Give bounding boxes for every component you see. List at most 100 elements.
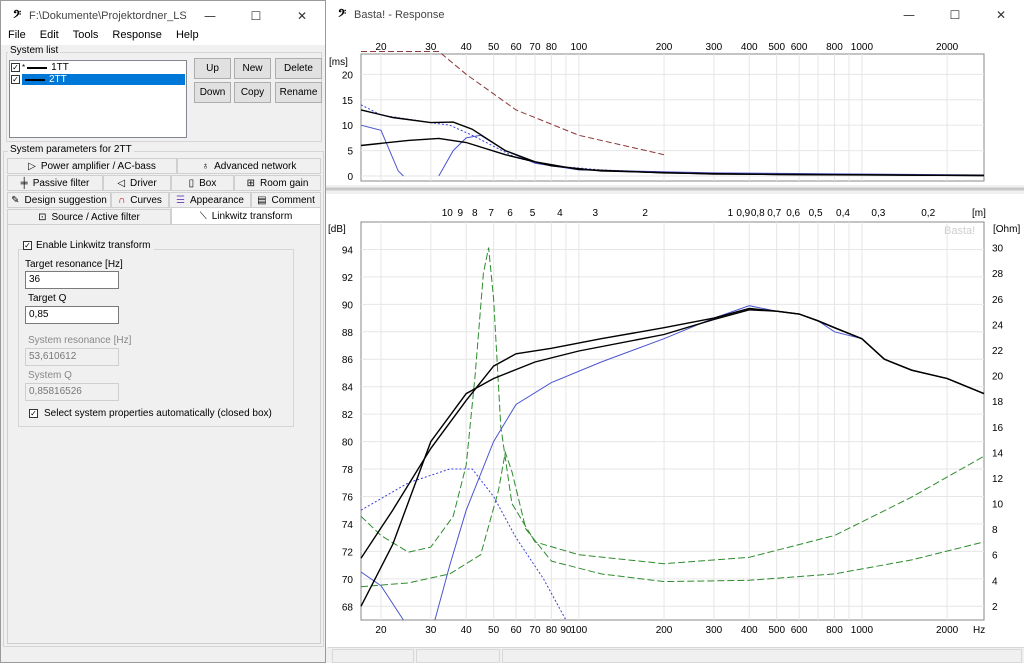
spl-freq-tick-label: 800 xyxy=(826,625,843,636)
response-minimize-button[interactable]: — xyxy=(886,0,932,30)
ohm-tick-label: 18 xyxy=(992,397,1004,408)
target-q-label: Target Q xyxy=(28,293,67,304)
target-q-input[interactable]: 0,85 xyxy=(25,306,119,324)
spl-freq-tick-label: 100 xyxy=(570,625,587,636)
freq-tick-label: 50 xyxy=(488,42,500,53)
system-2tt-selection: 2TT xyxy=(22,74,185,85)
up-button[interactable]: Up xyxy=(194,58,231,79)
basta-main-window: 𝄢 F:\Dokumente\Projektordner_LS\SC... — … xyxy=(0,0,326,663)
freq-tick-label: 1000 xyxy=(851,42,874,53)
tab-linkwitz-transform[interactable]: ⟍ Linkwitz transform xyxy=(171,207,321,225)
tab-room-gain[interactable]: ⊞ Room gain xyxy=(234,175,321,191)
target-resonance-input[interactable]: 36 xyxy=(25,271,119,289)
wavelength-tick-label: 4 xyxy=(557,208,563,219)
wavelength-tick-label: 0,2 xyxy=(921,208,935,219)
wavelength-tick-label: 1 xyxy=(728,208,734,219)
ohm-tick-label: 4 xyxy=(992,576,998,587)
network-icon: ♁ xyxy=(201,160,210,172)
auto-select-checkbox-row[interactable]: ✓ Select system properties automatically… xyxy=(29,408,272,419)
freq-tick-label: 40 xyxy=(461,42,473,53)
menu-response[interactable]: Response xyxy=(105,27,169,45)
spl-freq-tick-label: 600 xyxy=(791,625,808,636)
freq-tick-label: 600 xyxy=(791,42,808,53)
comment-icon: ▤ xyxy=(257,194,267,206)
db-tick-label: 88 xyxy=(342,328,354,339)
tab-appearance[interactable]: ☰ Appearance xyxy=(169,192,251,208)
ohm-tick-label: 22 xyxy=(992,346,1004,357)
rename-button[interactable]: Rename xyxy=(275,82,322,103)
db-tick-label: 92 xyxy=(342,273,354,284)
system-item-1tt[interactable]: ✓ * 1TT xyxy=(11,62,185,73)
system-list-label: System list xyxy=(8,45,61,56)
freq-tick-label: 300 xyxy=(706,42,723,53)
source-icon: ⊡ xyxy=(38,211,47,223)
menu-help[interactable]: Help xyxy=(169,27,206,45)
tab-linkwitz-transform-label: Linkwitz transform xyxy=(211,210,293,222)
tab-comment[interactable]: ▤ Comment xyxy=(251,192,321,208)
menu-edit[interactable]: Edit xyxy=(33,27,66,45)
system-resonance-input: 53,610612 xyxy=(25,348,119,366)
response-maximize-button[interactable]: ☐ xyxy=(932,0,978,30)
spl-freq-tick-label: 70 xyxy=(529,625,541,636)
spl-freq-tick-label: 80 xyxy=(546,625,558,636)
spl-freq-tick-label: 2000 xyxy=(936,625,959,636)
hz-unit: Hz xyxy=(973,625,985,636)
auto-select-checkbox[interactable]: ✓ xyxy=(29,409,38,418)
spl-freq-tick-label: 500 xyxy=(768,625,785,636)
wavelength-tick-label: 9 xyxy=(457,208,463,219)
system-q-label: System Q xyxy=(28,370,72,381)
wavelength-tick-label: 6 xyxy=(507,208,513,219)
system-item-2tt[interactable]: ✓ 2TT xyxy=(11,74,185,85)
db-tick-label: 84 xyxy=(342,383,354,394)
system-2tt-line-sample xyxy=(25,78,45,81)
spl-freq-tick-label: 40 xyxy=(461,625,473,636)
tab-source-active-filter-label: Source / Active filter xyxy=(51,211,140,223)
delay-tick-label: 20 xyxy=(342,70,354,81)
tab-source-active-filter[interactable]: ⊡ Source / Active filter xyxy=(7,209,171,225)
db-tick-label: 90 xyxy=(342,300,354,311)
system-1tt-checkbox[interactable]: ✓ xyxy=(11,63,20,72)
down-button[interactable]: Down xyxy=(194,82,231,103)
db-tick-label: 74 xyxy=(342,520,354,531)
main-window-title: F:\Dokumente\Projektordner_LS\SC... xyxy=(29,10,187,22)
status-cell-3 xyxy=(502,649,1022,663)
copy-button[interactable]: Copy xyxy=(234,82,271,103)
menu-tools[interactable]: Tools xyxy=(66,27,106,45)
ohm-tick-label: 16 xyxy=(992,423,1004,434)
system-list[interactable]: ✓ * 1TT ✓ 2TT xyxy=(9,60,187,138)
system-2tt-checkbox[interactable]: ✓ xyxy=(11,75,20,84)
ohm-tick-label: 2 xyxy=(992,602,998,613)
response-close-button[interactable]: ✕ xyxy=(978,0,1024,30)
tab-curves[interactable]: ∩ Curves xyxy=(111,192,169,208)
delete-button[interactable]: Delete xyxy=(275,58,322,79)
tab-comment-label: Comment xyxy=(271,194,315,206)
tab-design-suggestion[interactable]: ✎ Design suggestion xyxy=(7,192,111,208)
tab-advanced-network[interactable]: ♁ Advanced network xyxy=(177,158,321,174)
tab-box[interactable]: ▯ Box xyxy=(171,175,234,191)
target-resonance-label: Target resonance [Hz] xyxy=(25,259,123,270)
freq-tick-label: 800 xyxy=(826,42,843,53)
spl-freq-tick-label: 1000 xyxy=(851,625,874,636)
spl-freq-tick-label: 200 xyxy=(656,625,673,636)
enable-linkwitz-checkbox-row[interactable]: ✓ Enable Linkwitz transform xyxy=(23,240,154,251)
tab-appearance-label: Appearance xyxy=(190,194,244,206)
system-1tt-marker: * xyxy=(22,63,26,72)
tab-driver[interactable]: ◁ Driver xyxy=(103,175,171,191)
db-tick-label: 70 xyxy=(342,575,354,586)
system-2tt-name: 2TT xyxy=(49,74,67,85)
spl-freq-tick-label: 60 xyxy=(510,625,522,636)
enable-linkwitz-checkbox[interactable]: ✓ xyxy=(23,241,32,250)
tab-power-amplifier[interactable]: ▷ Power amplifier / AC-bass xyxy=(7,158,177,174)
db-tick-label: 68 xyxy=(342,602,354,613)
wavelength-tick-label: 0,7 xyxy=(767,208,781,219)
tab-passive-filter-label: Passive filter xyxy=(32,177,90,189)
group-delay-unit: [ms] xyxy=(329,57,348,68)
menu-file[interactable]: File xyxy=(1,27,33,45)
wavelength-tick-label: 0,6 xyxy=(786,208,800,219)
freq-tick-label: 80 xyxy=(546,42,558,53)
wavelength-tick-label: 0,8 xyxy=(751,208,765,219)
new-button[interactable]: New xyxy=(234,58,271,79)
enable-linkwitz-label: Enable Linkwitz transform xyxy=(36,240,151,251)
delay-tick-label: 15 xyxy=(342,96,354,107)
tab-passive-filter[interactable]: ╪ Passive filter xyxy=(7,175,103,191)
